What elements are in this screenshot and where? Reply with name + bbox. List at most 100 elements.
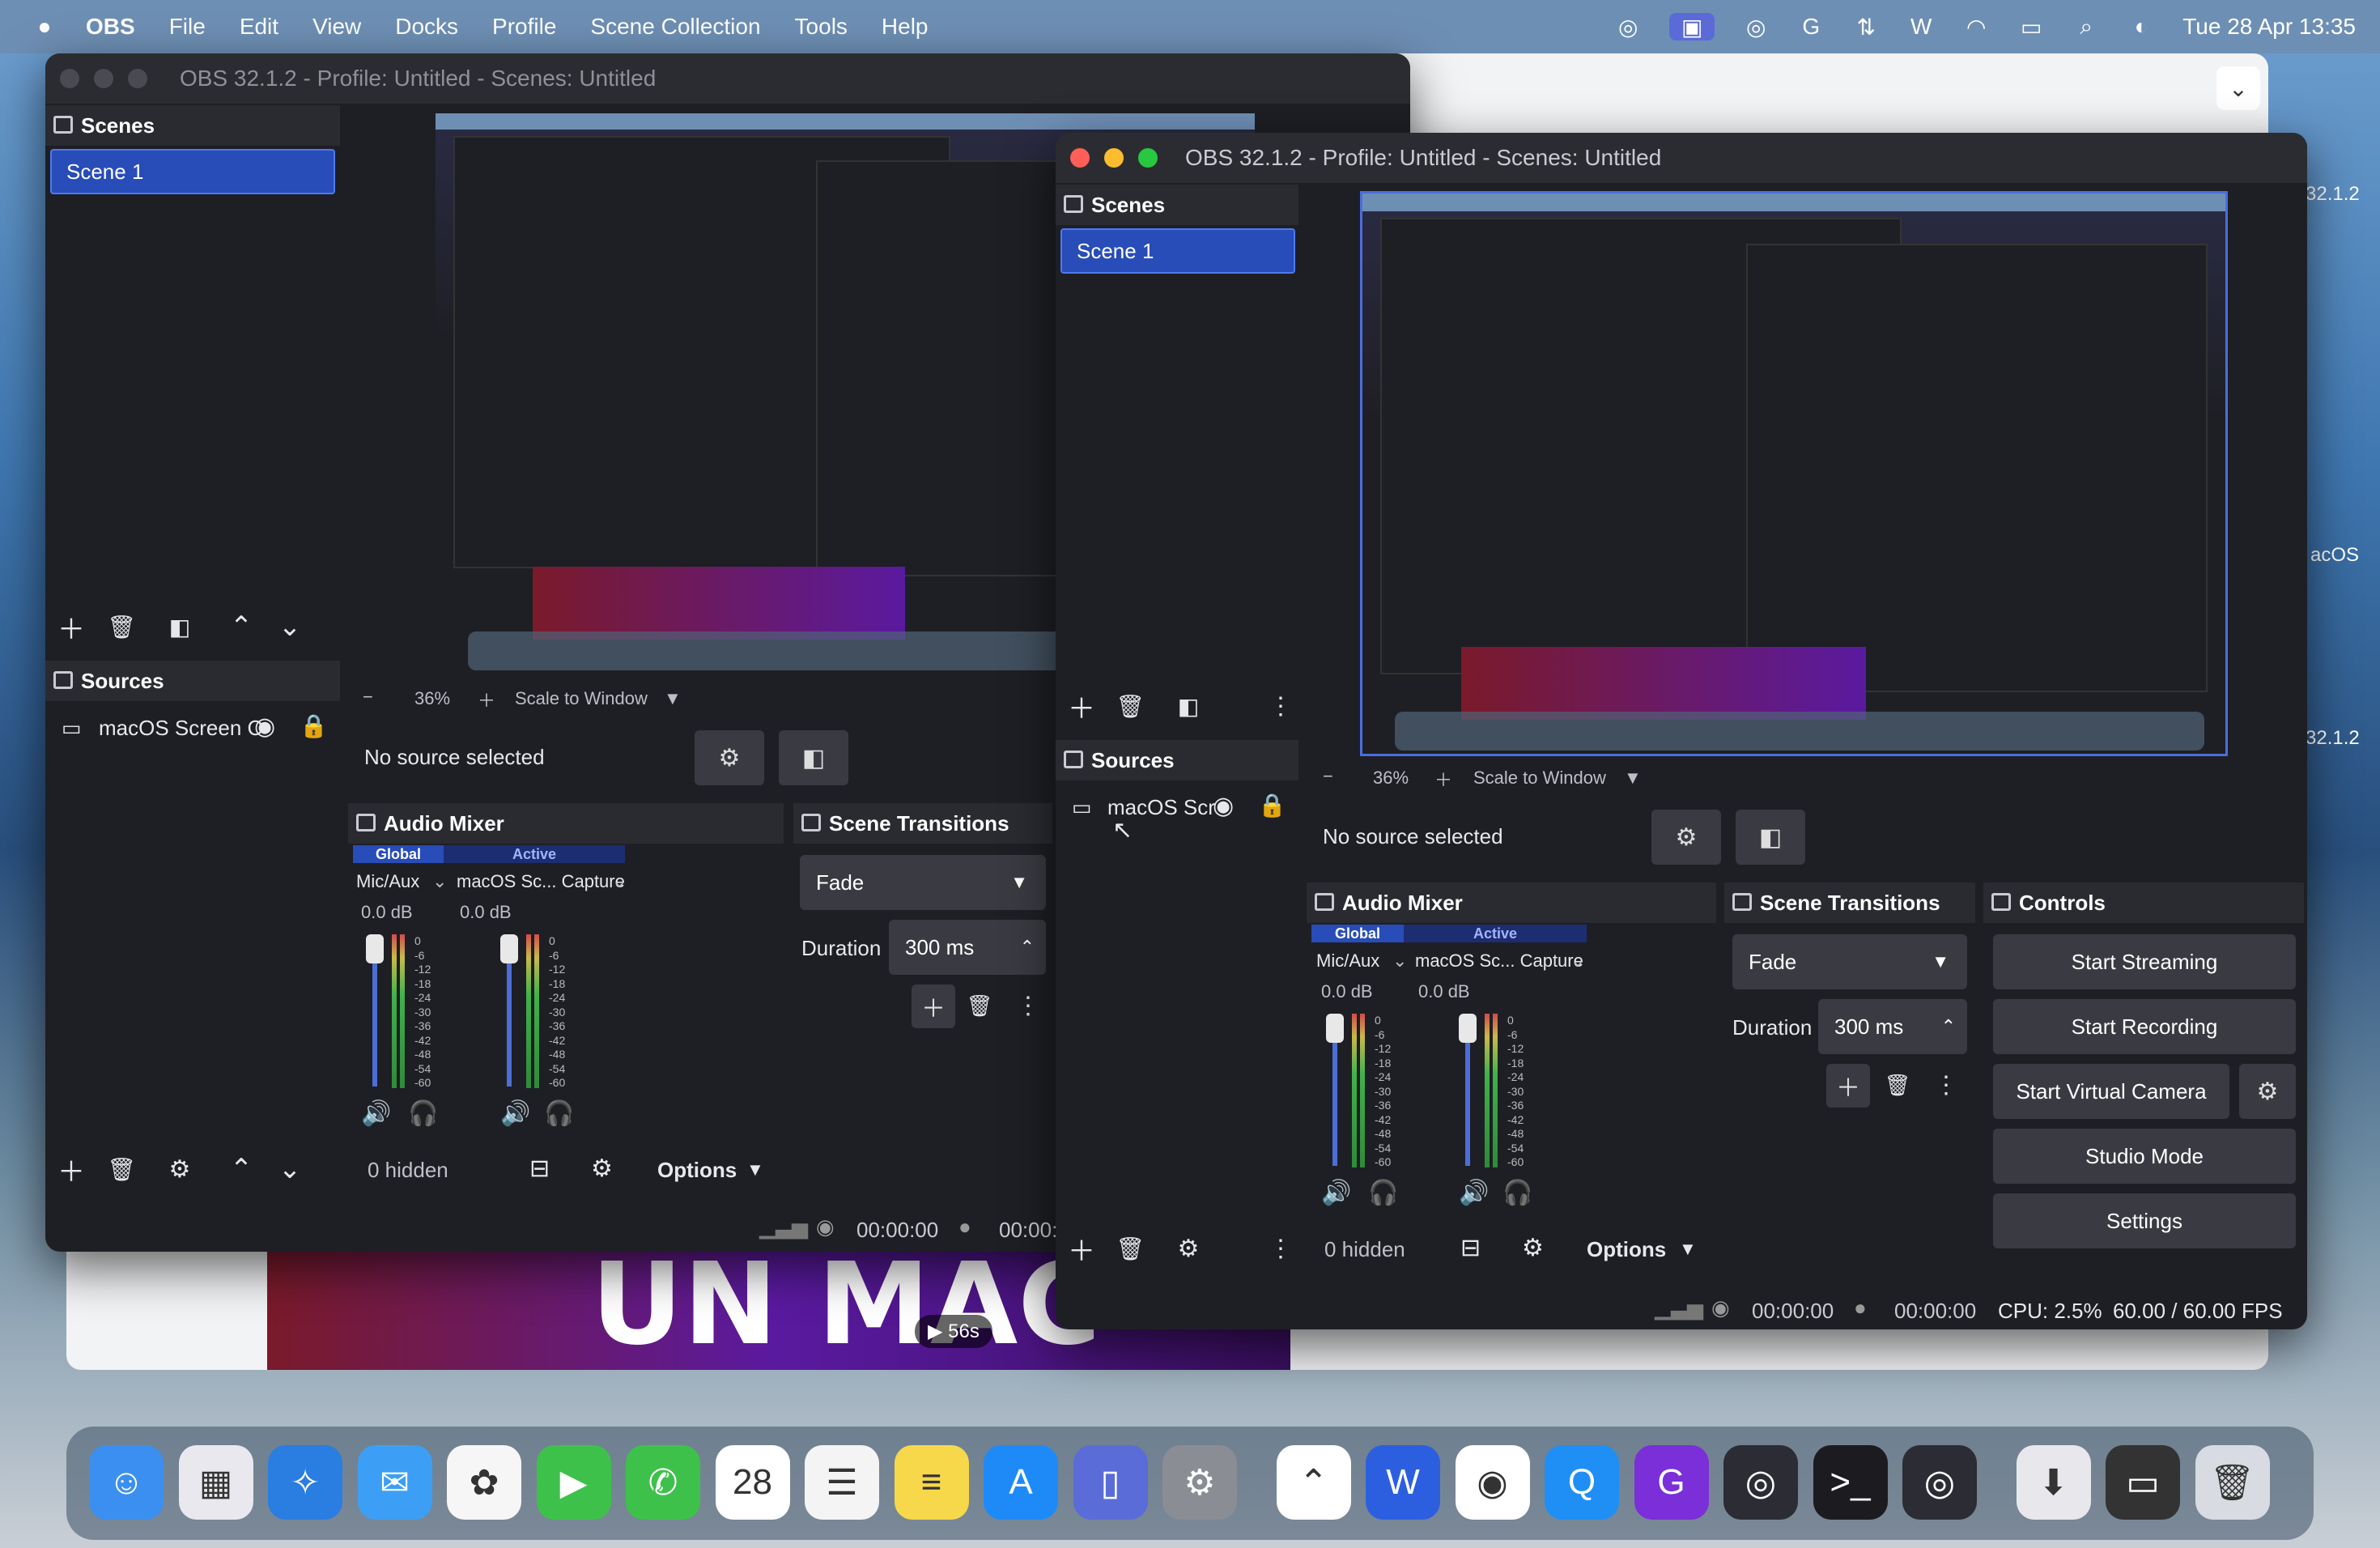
back-titlebar[interactable]: OBS 32.1.2 - Profile: Untitled - Scenes:… (45, 53, 1410, 104)
back-options-button[interactable]: Options (657, 1158, 737, 1183)
front-add-transition-button[interactable]: ＋ (1826, 1064, 1870, 1108)
front-scene-menu-button[interactable]: ⋮ (1263, 688, 1298, 724)
front-add-source-button[interactable]: ＋ (1064, 1231, 1099, 1267)
front-scale-dropdown-icon[interactable]: ▼ (1624, 768, 1642, 789)
obs-status-icon[interactable]: ◎ (1614, 13, 1642, 40)
back-scale-mode[interactable]: Scale to Window (515, 688, 648, 709)
back-add-source-button[interactable]: ＋ (53, 1151, 89, 1188)
back-ch2-monitor-icon[interactable]: 🎧 (544, 1099, 574, 1128)
back-tab-global[interactable]: Global (353, 845, 444, 863)
control-center-icon[interactable]: ◐ (2127, 13, 2155, 40)
front-scene-item[interactable]: Scene 1 (1060, 228, 1295, 274)
back-ch1-name[interactable]: Mic/Aux (356, 871, 419, 892)
back-remove-source-button[interactable]: 🗑 (104, 1151, 139, 1187)
start-streaming-button[interactable]: Start Streaming (1993, 934, 2296, 989)
back-remove-transition-button[interactable]: 🗑 (962, 988, 997, 1023)
back-zoom-out-button[interactable]: − (363, 687, 373, 708)
start-recording-button[interactable]: Start Recording (1993, 999, 2296, 1054)
dock-word-icon[interactable]: W (1366, 1445, 1440, 1520)
back-ch1-monitor-icon[interactable]: 🎧 (408, 1099, 438, 1128)
studio-mode-button[interactable]: Studio Mode (1993, 1129, 2296, 1184)
back-add-transition-button[interactable]: ＋ (912, 985, 955, 1028)
back-minimize-button[interactable] (94, 69, 113, 88)
back-ch1-mute-icon[interactable]: 🔊 (361, 1099, 391, 1128)
front-options-button[interactable]: Options (1587, 1237, 1666, 1262)
front-ch2-name[interactable]: macOS Sc... Capture (1415, 950, 1583, 972)
front-remove-transition-button[interactable]: 🗑 (1880, 1067, 1915, 1103)
start-virtual-camera-button[interactable]: Start Virtual Camera (1993, 1064, 2229, 1119)
menu-scene-collection[interactable]: Scene Collection (590, 14, 760, 40)
front-source-lock-icon[interactable]: 🔒 (1258, 792, 1286, 819)
back-duration-input[interactable]: 300 ms ⌃ (889, 920, 1046, 975)
back-scene-up-button[interactable]: ⌃ (223, 609, 259, 644)
dock-mail-icon[interactable]: ✉ (357, 1445, 432, 1520)
front-ch2-monitor-icon[interactable]: 🎧 (1502, 1179, 1532, 1207)
back-ch2-mute-icon[interactable]: 🔊 (500, 1099, 530, 1128)
back-source-item[interactable]: macOS Screen C (99, 716, 262, 741)
dock-app-store-icon[interactable]: A (984, 1445, 1058, 1520)
front-add-scene-button[interactable]: ＋ (1064, 688, 1099, 725)
front-remove-scene-button[interactable]: 🗑 (1112, 688, 1148, 724)
dock-chrome-icon[interactable]: ◉ (1455, 1445, 1530, 1520)
front-zoom-out-button[interactable]: − (1323, 766, 1333, 787)
front-transition-select[interactable]: Fade ▼ (1732, 934, 1967, 989)
front-ch2-fader-knob[interactable] (1459, 1014, 1477, 1043)
back-source-up-button[interactable]: ⌃ (223, 1151, 259, 1187)
dock-terminal-icon[interactable]: >_ (1813, 1445, 1888, 1520)
front-mixer-layout-icon[interactable]: ⊟ (1460, 1234, 1481, 1262)
menubar-clock[interactable]: Tue 28 Apr 13:35 (2182, 14, 2356, 40)
menu-app-name[interactable]: OBS (86, 14, 135, 40)
back-scene-down-button[interactable]: ⌄ (272, 609, 308, 644)
menu-help[interactable]: Help (882, 14, 929, 40)
front-preview-canvas[interactable] (1360, 191, 2228, 756)
back-scene-item[interactable]: Scene 1 (50, 149, 335, 194)
dock-iphone-mirroring-icon[interactable]: ▯ (1073, 1445, 1148, 1520)
sync-icon[interactable]: ⇅ (1852, 13, 1880, 40)
back-scale-dropdown-icon[interactable]: ▼ (664, 688, 682, 709)
front-close-button[interactable] (1070, 148, 1090, 168)
front-zoom-in-button[interactable]: ＋ (1434, 766, 1452, 792)
front-remove-source-button[interactable]: 🗑 (1112, 1231, 1148, 1266)
back-ch1-dropdown-icon[interactable]: ⌄ (432, 871, 447, 892)
dock-clickup-icon[interactable]: ⌃ (1276, 1445, 1351, 1520)
battery-icon[interactable]: ▭ (2017, 13, 2045, 40)
front-titlebar[interactable]: OBS 32.1.2 - Profile: Untitled - Scenes:… (1056, 133, 2307, 183)
apple-icon[interactable]: ● (31, 13, 58, 40)
dock-phone-icon[interactable]: ✆ (626, 1445, 700, 1520)
back-context-filters-button[interactable]: ◧ (779, 730, 848, 785)
virtual-camera-settings-button[interactable]: ⚙ (2239, 1064, 2296, 1119)
front-scene-filters-button[interactable]: ◧ (1171, 688, 1206, 724)
front-context-properties-button[interactable]: ⚙ (1651, 810, 1721, 865)
back-add-scene-button[interactable]: ＋ (53, 609, 89, 645)
screen-share-icon[interactable]: ▣ (1669, 13, 1715, 40)
dock-trash-icon[interactable]: 🗑 (2195, 1445, 2270, 1520)
front-source-properties-button[interactable]: ⚙ (1171, 1231, 1206, 1266)
dock-finder-icon[interactable]: ☺ (89, 1445, 164, 1520)
back-mixer-settings-icon[interactable]: ⚙ (591, 1155, 613, 1183)
back-remove-scene-button[interactable]: 🗑 (104, 609, 139, 644)
front-ch1-fader-knob[interactable] (1326, 1014, 1344, 1043)
back-source-lock-icon[interactable]: 🔒 (300, 712, 328, 739)
dock-photos-icon[interactable]: ✿ (447, 1445, 521, 1520)
dock-safari-icon[interactable]: ✧ (268, 1445, 342, 1520)
back-ch2-dropdown-icon[interactable]: ⌄ (612, 871, 627, 892)
dock-obs-icon[interactable]: ◎ (1723, 1445, 1798, 1520)
menu-docks[interactable]: Docks (395, 14, 458, 40)
front-ch1-dropdown-icon[interactable]: ⌄ (1392, 950, 1407, 972)
front-options-dropdown-icon[interactable]: ▼ (1679, 1239, 1697, 1260)
front-scale-mode[interactable]: Scale to Window (1473, 768, 1606, 789)
dock-downloads-icon[interactable]: ⬇ (2016, 1445, 2091, 1520)
settings-button[interactable]: Settings (1993, 1193, 2296, 1248)
dock-g-app-icon[interactable]: G (1634, 1445, 1709, 1520)
w-status-icon[interactable]: W (1907, 13, 1935, 40)
back-zoom-button[interactable] (128, 69, 147, 88)
menu-file[interactable]: File (169, 14, 206, 40)
front-ch1-mute-icon[interactable]: 🔊 (1321, 1179, 1351, 1207)
front-source-menu-button[interactable]: ⋮ (1263, 1231, 1298, 1266)
back-ch2-name[interactable]: macOS Sc... Capture (457, 871, 625, 892)
wifi-icon[interactable]: ◠ (1962, 13, 1990, 40)
front-ch1-name[interactable]: Mic/Aux (1316, 950, 1379, 972)
obs-status-icon-2[interactable]: ◎ (1742, 13, 1770, 40)
dock-launchpad-icon[interactable]: ▦ (178, 1445, 253, 1520)
front-context-filters-button[interactable]: ◧ (1736, 810, 1805, 865)
